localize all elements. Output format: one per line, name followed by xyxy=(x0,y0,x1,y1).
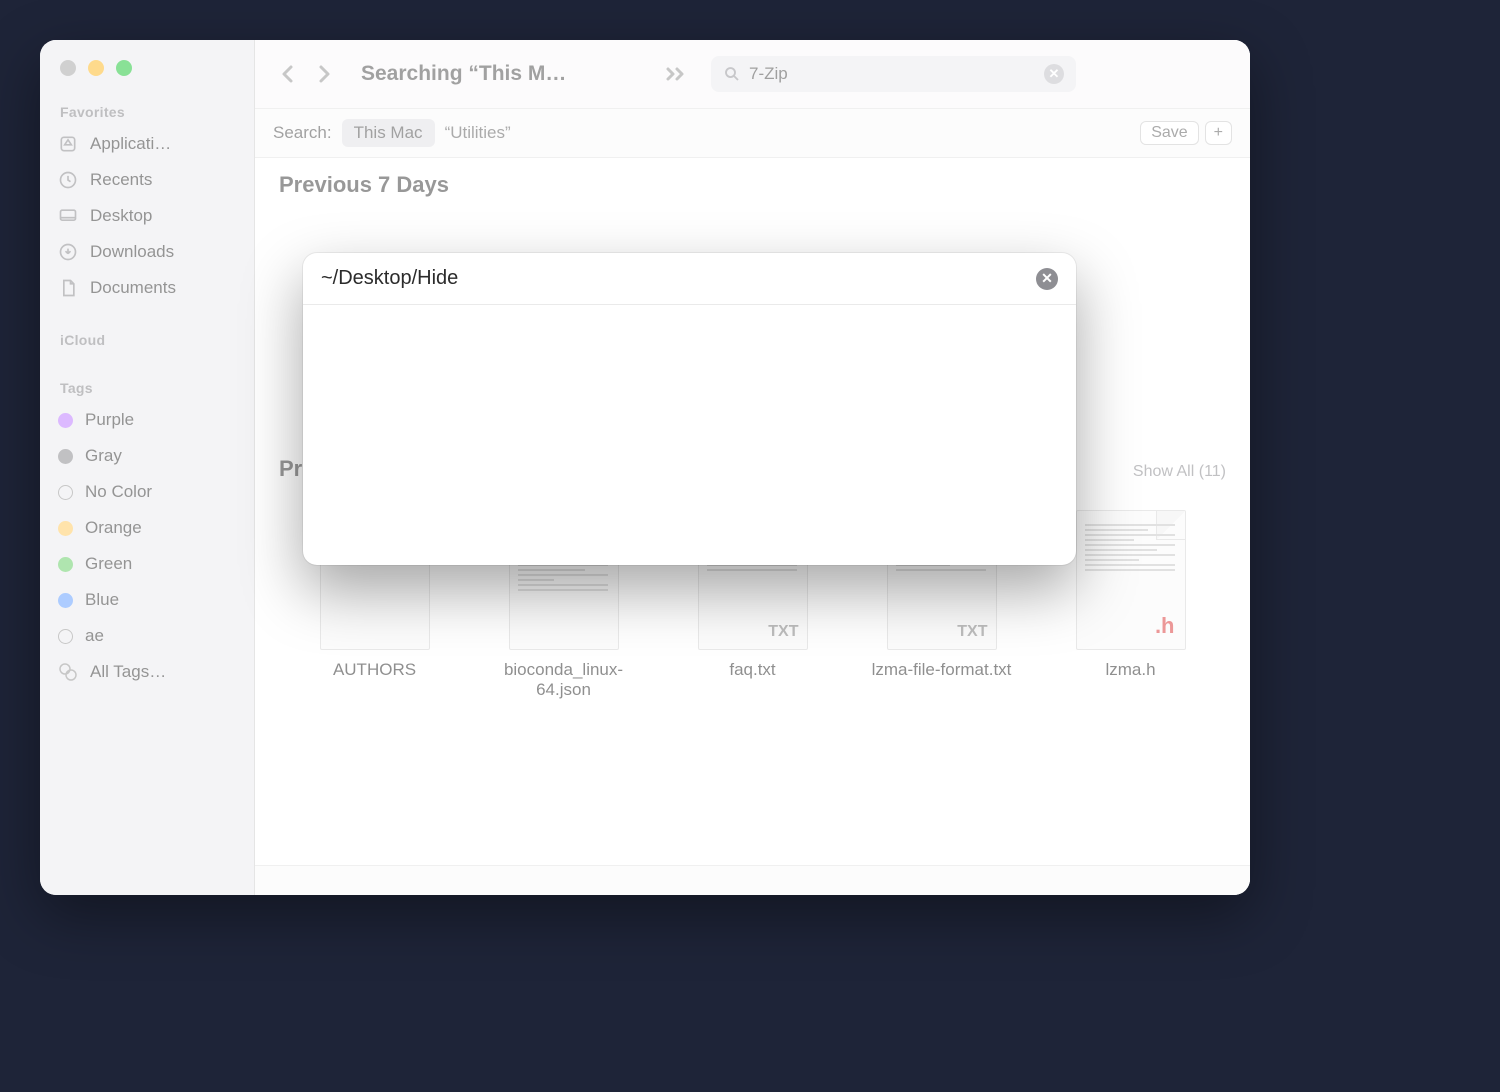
sidebar-item-label: No Color xyxy=(85,482,152,502)
finder-window: Favorites Applicati… Recents Desktop xyxy=(40,40,1250,895)
clear-path-button[interactable]: ✕ xyxy=(1036,268,1058,290)
sidebar-item-label: Blue xyxy=(85,590,119,610)
sidebar-item-label: Purple xyxy=(85,410,134,430)
show-all-button[interactable]: Show All (11) xyxy=(1133,463,1226,481)
file-type-badge: .h xyxy=(1155,613,1175,639)
file-type-badge: TXT xyxy=(768,623,798,641)
add-criteria-button[interactable]: + xyxy=(1205,121,1232,145)
file-icon: .h xyxy=(1076,510,1186,650)
file-name: AUTHORS xyxy=(333,660,416,680)
search-scope-bar: Search: This Mac “Utilities” Save + xyxy=(255,109,1250,158)
sidebar-item-label: ae xyxy=(85,626,104,646)
sidebar-tag-all[interactable]: All Tags… xyxy=(40,654,254,690)
path-bar xyxy=(255,865,1250,895)
sidebar-item-label: Downloads xyxy=(90,242,174,262)
close-window-button[interactable] xyxy=(60,60,76,76)
group-header-7days: Previous 7 Days xyxy=(255,158,1250,206)
tag-dot-icon xyxy=(58,557,73,572)
file-name: faq.txt xyxy=(729,660,775,680)
document-icon xyxy=(58,278,78,298)
forward-button[interactable] xyxy=(307,57,341,91)
file-name: bioconda_linux-64.json xyxy=(479,660,649,700)
popup-header: ~/Desktop/Hide ✕ xyxy=(303,253,1076,305)
toolbar: Searching “This M… ✕ xyxy=(255,40,1250,109)
sidebar-item-desktop[interactable]: Desktop xyxy=(40,198,254,234)
sidebar-item-label: Orange xyxy=(85,518,142,538)
sidebar-item-label: All Tags… xyxy=(90,662,166,682)
sidebar-item-applications[interactable]: Applicati… xyxy=(40,126,254,162)
file-name: lzma-file-format.txt xyxy=(872,660,1012,680)
sidebar-item-label: Gray xyxy=(85,446,122,466)
minimize-window-button[interactable] xyxy=(88,60,104,76)
sidebar-item-label: Recents xyxy=(90,170,152,190)
sidebar-item-recents[interactable]: Recents xyxy=(40,162,254,198)
search-scope-label: Search: xyxy=(273,123,332,143)
file-name: lzma.h xyxy=(1105,660,1155,680)
sidebar-tag-nocolor[interactable]: No Color xyxy=(40,474,254,510)
scope-this-mac[interactable]: This Mac xyxy=(342,119,435,147)
sidebar-tag-purple[interactable]: Purple xyxy=(40,402,254,438)
sidebar-item-downloads[interactable]: Downloads xyxy=(40,234,254,270)
sidebar-item-label: Applicati… xyxy=(90,134,171,154)
tag-dot-icon xyxy=(58,629,73,644)
clock-icon xyxy=(58,170,78,190)
all-tags-icon xyxy=(58,662,78,682)
sidebar: Favorites Applicati… Recents Desktop xyxy=(40,40,255,895)
sidebar-item-documents[interactable]: Documents xyxy=(40,270,254,306)
toolbar-overflow-button[interactable] xyxy=(651,66,701,82)
sidebar-item-label: Documents xyxy=(90,278,176,298)
search-input[interactable] xyxy=(749,64,1036,84)
tag-dot-icon xyxy=(58,485,73,500)
tag-dot-icon xyxy=(58,413,73,428)
sidebar-item-label: Desktop xyxy=(90,206,152,226)
back-button[interactable] xyxy=(271,57,305,91)
path-input[interactable]: ~/Desktop/Hide xyxy=(321,267,458,290)
file-type-badge: TXT xyxy=(957,623,987,641)
sidebar-tag-green[interactable]: Green xyxy=(40,546,254,582)
sidebar-tag-blue[interactable]: Blue xyxy=(40,582,254,618)
applications-icon xyxy=(58,134,78,154)
tag-dot-icon xyxy=(58,593,73,608)
sidebar-tag-gray[interactable]: Gray xyxy=(40,438,254,474)
sidebar-section-tags: Tags xyxy=(40,376,254,402)
clear-search-button[interactable]: ✕ xyxy=(1044,64,1064,84)
window-title: Searching “This M… xyxy=(361,62,641,86)
popup-body xyxy=(303,305,1076,565)
zoom-window-button[interactable] xyxy=(116,60,132,76)
search-field[interactable]: ✕ xyxy=(711,56,1076,92)
traffic-lights xyxy=(60,60,254,76)
sidebar-section-favorites: Favorites xyxy=(40,100,254,126)
nav-buttons xyxy=(271,57,341,91)
tag-dot-icon xyxy=(58,449,73,464)
sidebar-item-label: Green xyxy=(85,554,132,574)
download-icon xyxy=(58,242,78,262)
search-icon xyxy=(723,65,741,83)
go-to-folder-sheet: ~/Desktop/Hide ✕ xyxy=(303,253,1076,565)
sidebar-section-icloud: iCloud xyxy=(40,328,254,354)
tag-dot-icon xyxy=(58,521,73,536)
desktop-icon xyxy=(58,206,78,226)
sidebar-tag-orange[interactable]: Orange xyxy=(40,510,254,546)
scope-utilities[interactable]: “Utilities” xyxy=(445,123,511,143)
save-search-button[interactable]: Save xyxy=(1140,121,1198,145)
sidebar-tag-ae[interactable]: ae xyxy=(40,618,254,654)
